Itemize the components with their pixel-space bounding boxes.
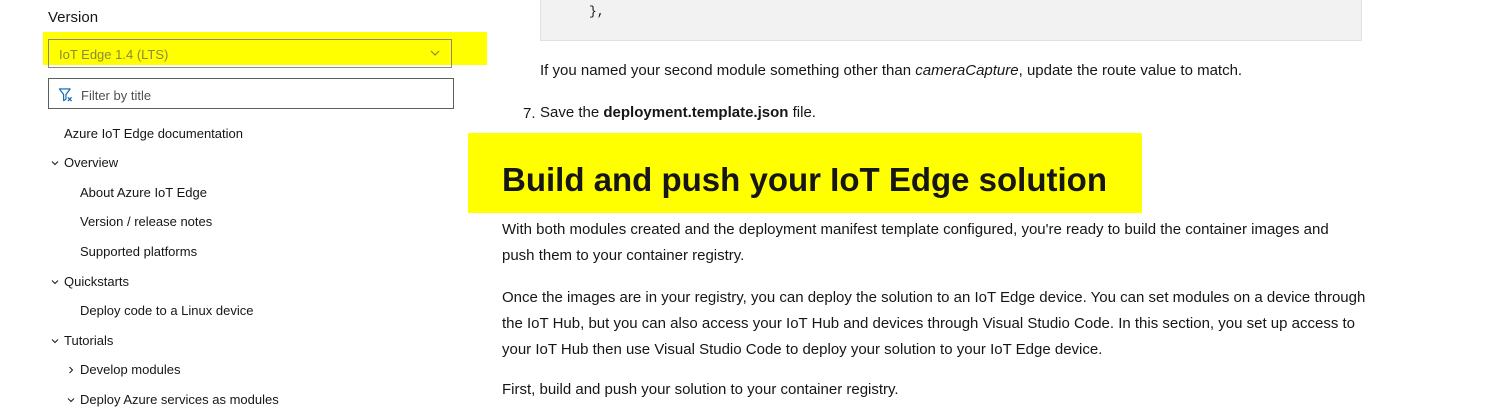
toc-item-azure-iot-edge-docs[interactable]: Azure IoT Edge documentation bbox=[64, 126, 243, 141]
toc-item-develop-modules[interactable]: Develop modules bbox=[80, 362, 180, 377]
chevron-right-icon[interactable] bbox=[66, 365, 76, 375]
toc-sidebar: Version IoT Edge 1.4 (LTS) Azure IoT Edg… bbox=[0, 0, 487, 414]
filter-by-title-field[interactable] bbox=[48, 78, 454, 109]
version-label: Version bbox=[48, 9, 99, 26]
step-7-prefix: Save the bbox=[540, 104, 604, 121]
step-number: 7. bbox=[523, 105, 536, 122]
chevron-down-icon[interactable] bbox=[50, 336, 60, 346]
paragraph-first-step: First, build and push your solution to y… bbox=[502, 381, 899, 398]
step-7-suffix: file. bbox=[788, 104, 816, 121]
filename-bold: deployment.template.json bbox=[603, 104, 789, 121]
toc-item-quickstarts[interactable]: Quickstarts bbox=[64, 274, 129, 289]
toc-item-about-azure-iot-edge[interactable]: About Azure IoT Edge bbox=[80, 185, 207, 200]
rename-note: If you named your second module somethin… bbox=[540, 58, 1242, 84]
code-block: }, bbox=[540, 0, 1362, 41]
chevron-down-icon[interactable] bbox=[50, 277, 60, 287]
chevron-down-icon[interactable] bbox=[50, 158, 60, 168]
module-name-emphasis: cameraCapture bbox=[915, 62, 1019, 79]
version-dropdown[interactable]: IoT Edge 1.4 (LTS) bbox=[48, 39, 452, 68]
chevron-down-icon[interactable] bbox=[66, 395, 76, 405]
paragraph-deploy: Once the images are in your registry, yo… bbox=[502, 289, 1366, 358]
filter-input[interactable] bbox=[79, 84, 443, 106]
filter-icon bbox=[58, 88, 72, 102]
section-heading: Build and push your IoT Edge solution bbox=[502, 161, 1107, 198]
version-selected-value: IoT Edge 1.4 (LTS) bbox=[59, 47, 169, 62]
toc-item-deploy-azure-services[interactable]: Deploy Azure services as modules bbox=[80, 392, 279, 407]
toc-item-supported-platforms[interactable]: Supported platforms bbox=[80, 244, 197, 259]
step-7-text: Save the deployment.template.json file. bbox=[540, 100, 816, 126]
toc-item-version-release-notes[interactable]: Version / release notes bbox=[80, 214, 212, 229]
toc-item-deploy-code-linux[interactable]: Deploy code to a Linux device bbox=[80, 303, 253, 318]
code-line: }, bbox=[589, 4, 605, 19]
rename-note-text-end: , update the route value to match. bbox=[1018, 62, 1243, 79]
chevron-down-icon bbox=[430, 50, 440, 56]
toc-item-overview[interactable]: Overview bbox=[64, 155, 118, 170]
toc-item-tutorials[interactable]: Tutorials bbox=[64, 333, 113, 348]
rename-note-text: If you named your second module somethin… bbox=[540, 62, 916, 79]
paragraph-intro: With both modules created and the deploy… bbox=[502, 221, 1329, 264]
